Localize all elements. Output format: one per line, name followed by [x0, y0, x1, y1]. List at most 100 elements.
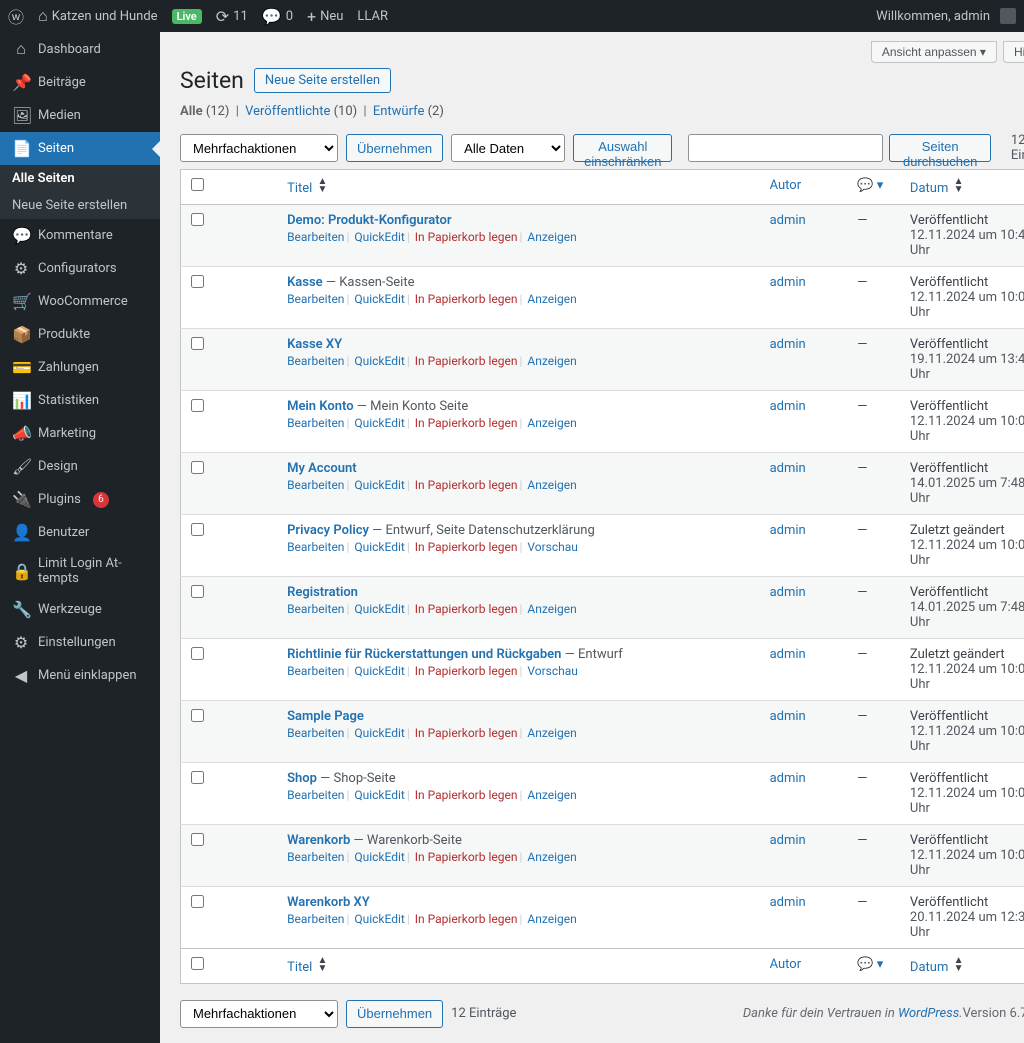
row-checkbox[interactable] — [191, 461, 204, 474]
sidebar-item-configurators[interactable]: ⚙Configurators — [0, 252, 160, 285]
page-title-link[interactable]: Kasse XY — [287, 337, 342, 352]
column-comments-header[interactable]: 💬 ▾ — [847, 170, 900, 205]
bulk-apply-button-top[interactable]: Übernehmen — [346, 134, 443, 162]
edit-link[interactable]: Bearbeiten — [287, 788, 344, 802]
quickedit-link[interactable]: QuickEdit — [354, 850, 404, 864]
my-account-link[interactable]: Willkommen, admin — [876, 8, 1016, 24]
edit-link[interactable]: Bearbeiten — [287, 416, 344, 430]
sidebar-item-products[interactable]: 📦Produkte — [0, 318, 160, 351]
sidebar-item-marketing[interactable]: 📣Marketing — [0, 417, 160, 450]
author-link[interactable]: admin — [770, 213, 806, 228]
updates-link[interactable]: ⟳11 — [216, 7, 248, 26]
trash-link[interactable]: In Papierkorb legen — [415, 230, 518, 244]
row-checkbox[interactable] — [191, 337, 204, 350]
trash-link[interactable]: In Papierkorb legen — [415, 478, 518, 492]
edit-link[interactable]: Bearbeiten — [287, 540, 344, 554]
author-link[interactable]: admin — [770, 337, 806, 352]
edit-link[interactable]: Bearbeiten — [287, 478, 344, 492]
author-link[interactable]: admin — [770, 895, 806, 910]
author-link[interactable]: admin — [770, 523, 806, 538]
trash-link[interactable]: In Papierkorb legen — [415, 726, 518, 740]
row-checkbox[interactable] — [191, 585, 204, 598]
quickedit-link[interactable]: QuickEdit — [354, 292, 404, 306]
sidebar-item-woocommerce[interactable]: 🛒WooCommerce — [0, 285, 160, 318]
quickedit-link[interactable]: QuickEdit — [354, 230, 404, 244]
trash-link[interactable]: In Papierkorb legen — [415, 850, 518, 864]
quickedit-link[interactable]: QuickEdit — [354, 788, 404, 802]
sidebar-sub-item[interactable]: Alle Seiten — [0, 165, 160, 192]
llar-link[interactable]: LLAR — [357, 9, 388, 24]
trash-link[interactable]: In Papierkorb legen — [415, 416, 518, 430]
filter-all[interactable]: Alle — [180, 104, 203, 119]
edit-link[interactable]: Bearbeiten — [287, 230, 344, 244]
page-title-link[interactable]: Registration — [287, 585, 358, 600]
edit-link[interactable]: Bearbeiten — [287, 912, 344, 926]
quickedit-link[interactable]: QuickEdit — [354, 602, 404, 616]
view-link[interactable]: Anzeigen — [527, 912, 576, 926]
author-link[interactable]: admin — [770, 709, 806, 724]
view-link[interactable]: Anzeigen — [527, 292, 576, 306]
row-checkbox[interactable] — [191, 895, 204, 908]
trash-link[interactable]: In Papierkorb legen — [415, 788, 518, 802]
page-title-link[interactable]: Demo: Produkt-Konfigurator — [287, 213, 451, 228]
edit-link[interactable]: Bearbeiten — [287, 726, 344, 740]
row-checkbox[interactable] — [191, 399, 204, 412]
filter-dates-select[interactable]: Alle Daten — [451, 134, 565, 162]
author-link[interactable]: admin — [770, 399, 806, 414]
page-title-link[interactable]: Sample Page — [287, 709, 364, 724]
trash-link[interactable]: In Papierkorb legen — [415, 540, 518, 554]
trash-link[interactable]: In Papierkorb legen — [415, 602, 518, 616]
view-link[interactable]: Vorschau — [527, 664, 578, 678]
author-link[interactable]: admin — [770, 771, 806, 786]
trash-link[interactable]: In Papierkorb legen — [415, 664, 518, 678]
search-button[interactable]: Seiten durchsuchen — [889, 134, 990, 162]
quickedit-link[interactable]: QuickEdit — [354, 726, 404, 740]
row-checkbox[interactable] — [191, 709, 204, 722]
author-link[interactable]: admin — [770, 833, 806, 848]
page-title-link[interactable]: My Account — [287, 461, 357, 476]
select-all-bottom[interactable] — [191, 957, 204, 970]
sidebar-item-dashboard[interactable]: ⌂Dashboard — [0, 32, 160, 66]
quickedit-link[interactable]: QuickEdit — [354, 540, 404, 554]
sidebar-item-posts[interactable]: 📌Beiträge — [0, 66, 160, 99]
new-content-link[interactable]: +Neu — [307, 7, 343, 26]
sidebar-item-statistics[interactable]: 📊Statistiken — [0, 384, 160, 417]
column-date-footer[interactable]: Datum ▲▼ — [900, 949, 1024, 984]
sidebar-item-media[interactable]: 🖼Medien — [0, 99, 160, 132]
sidebar-item-pages[interactable]: 📄Seiten — [0, 132, 160, 165]
bulk-apply-button-bottom[interactable]: Übernehmen — [346, 1000, 443, 1028]
view-link[interactable]: Anzeigen — [527, 726, 576, 740]
trash-link[interactable]: In Papierkorb legen — [415, 354, 518, 368]
view-link[interactable]: Anzeigen — [527, 788, 576, 802]
view-link[interactable]: Anzeigen — [527, 416, 576, 430]
help-button[interactable]: Hilfe ▾ — [1003, 41, 1024, 63]
quickedit-link[interactable]: QuickEdit — [354, 416, 404, 430]
edit-link[interactable]: Bearbeiten — [287, 602, 344, 616]
sidebar-item-llar[interactable]: 🔒Limit Login At­tempts — [0, 549, 160, 593]
view-link[interactable]: Anzeigen — [527, 602, 576, 616]
sidebar-item-comments[interactable]: 💬Kommentare — [0, 219, 160, 252]
filter-drafts[interactable]: Entwürfe — [373, 104, 425, 119]
column-title-footer[interactable]: Titel ▲▼ — [277, 949, 760, 984]
page-title-link[interactable]: Privacy Policy — Entwurf, Seite Datensch… — [287, 523, 595, 538]
quickedit-link[interactable]: QuickEdit — [354, 912, 404, 926]
quickedit-link[interactable]: QuickEdit — [354, 478, 404, 492]
page-title-link[interactable]: Warenkorb XY — [287, 895, 370, 910]
row-checkbox[interactable] — [191, 647, 204, 660]
sidebar-item-users[interactable]: 👤Benutzer — [0, 516, 160, 549]
filter-submit-button[interactable]: Auswahl einschränken — [573, 134, 672, 162]
page-title-link[interactable]: Kasse — Kassen-Seite — [287, 275, 414, 290]
search-input[interactable] — [688, 134, 883, 162]
row-checkbox[interactable] — [191, 523, 204, 536]
quickedit-link[interactable]: QuickEdit — [354, 664, 404, 678]
comments-link[interactable]: 💬0 — [262, 7, 293, 26]
sidebar-item-plugins[interactable]: 🔌Plugins6 — [0, 483, 160, 516]
bulk-action-select-top[interactable]: Mehrfachaktionen — [180, 134, 338, 162]
column-title-header[interactable]: Titel ▲▼ — [277, 170, 760, 205]
edit-link[interactable]: Bearbeiten — [287, 354, 344, 368]
edit-link[interactable]: Bearbeiten — [287, 850, 344, 864]
page-title-link[interactable]: Richtlinie für Rückerstattungen und Rück… — [287, 647, 623, 662]
sidebar-item-tools[interactable]: 🔧Werkzeuge — [0, 593, 160, 626]
view-link[interactable]: Anzeigen — [527, 478, 576, 492]
filter-published[interactable]: Veröffentlichte — [245, 104, 330, 119]
